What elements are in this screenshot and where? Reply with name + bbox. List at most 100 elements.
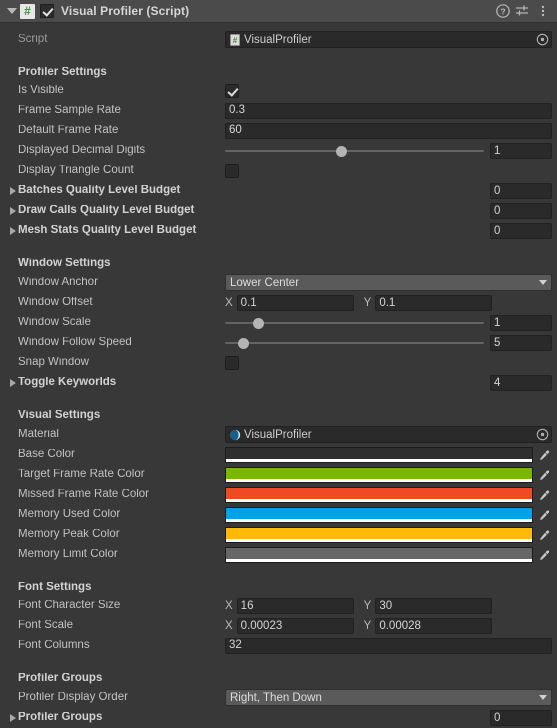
- row-toggle-keyworlds: Toggle Keyworlds 4: [0, 373, 557, 393]
- font-scale-x-input[interactable]: 0.00023: [236, 618, 354, 634]
- row-window-anchor: Window Anchor Lower Center: [0, 272, 557, 293]
- target-frame-rate-color-alpha-bar: [226, 479, 532, 482]
- csharp-script-icon: #: [20, 3, 35, 19]
- memory-limit-color-field[interactable]: [225, 547, 533, 563]
- window-offset-vector2: X 0.1 Y 0.1: [225, 295, 552, 311]
- eyedropper-icon[interactable]: [536, 467, 552, 483]
- snap-window-label: Snap Window: [18, 357, 89, 369]
- eyedropper-icon[interactable]: [536, 547, 552, 563]
- toggle-keyworlds-label: Toggle Keyworlds: [18, 377, 117, 389]
- memory-used-color-alpha-bar: [226, 519, 532, 522]
- displayed-decimal-digits-input[interactable]: 1: [490, 143, 552, 159]
- frame-sample-rate-input[interactable]: 0.3: [225, 103, 552, 119]
- draw-calls-budget-label: Draw Calls Quality Level Budget: [18, 205, 195, 217]
- base-color-field[interactable]: [225, 447, 533, 463]
- font-columns-input[interactable]: 32: [225, 638, 552, 654]
- row-profiler-groups-list: Profiler Groups 0: [0, 708, 557, 728]
- displayed-decimal-digits-slider[interactable]: [225, 143, 484, 159]
- svg-text:#: #: [233, 36, 238, 45]
- memory-used-color-control: [225, 507, 552, 523]
- component-enabled-checkbox[interactable]: [40, 4, 54, 18]
- snap-window-control: [225, 356, 552, 370]
- object-picker-icon[interactable]: [536, 33, 549, 46]
- window-scale-slider[interactable]: [225, 315, 484, 331]
- snap-window-checkbox[interactable]: [225, 356, 239, 370]
- slider-knob[interactable]: [336, 145, 348, 157]
- profiler-groups-list-size[interactable]: 0: [490, 710, 552, 726]
- default-frame-rate-label: Default Frame Rate: [18, 125, 119, 137]
- window-follow-speed-input[interactable]: 5: [490, 335, 552, 351]
- kebab-menu-icon[interactable]: [534, 3, 551, 20]
- window-follow-speed-control: 5: [225, 335, 552, 351]
- profiler-display-order-control: Right, Then Down: [225, 689, 552, 706]
- component-foldout-toggle[interactable]: [5, 5, 17, 17]
- base-color-label: Base Color: [18, 449, 75, 461]
- missed-frame-rate-color-field[interactable]: [225, 487, 533, 503]
- window-follow-speed-slider[interactable]: [225, 335, 484, 351]
- font-character-size-y-input[interactable]: 30: [375, 598, 493, 614]
- row-memory-limit-color: Memory Limit Color: [0, 545, 557, 565]
- batches-budget-foldout[interactable]: [6, 185, 18, 197]
- script-object-field[interactable]: # VisualProfiler: [225, 31, 552, 48]
- object-picker-icon[interactable]: [536, 428, 549, 441]
- font-columns-label: Font Columns: [18, 640, 90, 652]
- toggle-keyworlds-size[interactable]: 4: [490, 375, 552, 391]
- display-triangle-count-checkbox[interactable]: [225, 164, 239, 178]
- memory-peak-color-alpha-bar: [226, 539, 532, 542]
- slider-knob[interactable]: [237, 337, 249, 349]
- profiler-settings-title: Profiler Settings: [18, 66, 107, 78]
- missed-frame-rate-color-label: Missed Frame Rate Color: [18, 489, 150, 501]
- target-frame-rate-color-field[interactable]: [225, 467, 533, 483]
- is-visible-checkbox[interactable]: [225, 84, 239, 98]
- memory-peak-color-control: [225, 527, 552, 543]
- svg-text:?: ?: [500, 6, 505, 16]
- material-object-name: VisualProfiler: [244, 428, 312, 441]
- profiler-display-order-dropdown[interactable]: Right, Then Down: [225, 689, 552, 706]
- chevron-down-icon: [539, 695, 547, 700]
- gap: [0, 565, 557, 574]
- draw-calls-budget-size[interactable]: 0: [490, 203, 552, 219]
- eyedropper-icon[interactable]: [536, 487, 552, 503]
- default-frame-rate-input[interactable]: 60: [225, 123, 552, 139]
- material-ball-icon: [229, 429, 241, 441]
- display-triangle-count-label: Display Triangle Count: [18, 165, 134, 177]
- eyedropper-icon[interactable]: [536, 527, 552, 543]
- window-scale-control: 1: [225, 315, 552, 331]
- batches-budget-size[interactable]: 0: [490, 183, 552, 199]
- font-scale-x-axis-label: X: [225, 620, 233, 632]
- window-anchor-dropdown[interactable]: Lower Center: [225, 274, 552, 291]
- memory-used-color-label: Memory Used Color: [18, 509, 121, 521]
- window-offset-y-axis-label: Y: [363, 297, 372, 309]
- section-profiler-settings: Profiler Settings: [0, 59, 557, 81]
- material-label: Material: [18, 428, 59, 440]
- window-offset-y-input[interactable]: 0.1: [375, 295, 493, 311]
- memory-peak-color-field[interactable]: [225, 527, 533, 543]
- eyedropper-icon[interactable]: [536, 507, 552, 523]
- help-icon[interactable]: ?: [494, 3, 511, 20]
- eyedropper-icon[interactable]: [536, 447, 552, 463]
- preset-sliders-icon[interactable]: [514, 3, 531, 20]
- font-scale-y-input[interactable]: 0.00028: [375, 618, 493, 634]
- font-character-size-x-input[interactable]: 16: [236, 598, 354, 614]
- mesh-stats-budget-foldout[interactable]: [6, 225, 18, 237]
- profiler-groups-foldout[interactable]: [6, 712, 18, 724]
- toggle-keyworlds-foldout[interactable]: [6, 377, 18, 389]
- gap: [0, 656, 557, 665]
- slider-knob[interactable]: [253, 317, 265, 329]
- row-window-offset: Window Offset X 0.1 Y 0.1: [0, 293, 557, 313]
- window-scale-input[interactable]: 1: [490, 315, 552, 331]
- section-visual-settings: Visual Settings: [0, 402, 557, 424]
- window-offset-x-input[interactable]: 0.1: [236, 295, 354, 311]
- row-memory-used-color: Memory Used Color: [0, 505, 557, 525]
- draw-calls-budget-control: 0: [213, 203, 552, 219]
- memory-used-color-field[interactable]: [225, 507, 533, 523]
- memory-peak-color-label: Memory Peak Color: [18, 529, 120, 541]
- mesh-stats-budget-size[interactable]: 0: [490, 223, 552, 239]
- material-object-field[interactable]: VisualProfiler: [225, 426, 552, 443]
- memory-used-color-swatch: [226, 508, 532, 519]
- script-label: Script: [18, 33, 48, 45]
- mesh-stats-budget-control: 0: [213, 223, 552, 239]
- draw-calls-budget-foldout[interactable]: [6, 205, 18, 217]
- gap: [0, 50, 557, 59]
- font-character-size-y-axis-label: Y: [363, 600, 372, 612]
